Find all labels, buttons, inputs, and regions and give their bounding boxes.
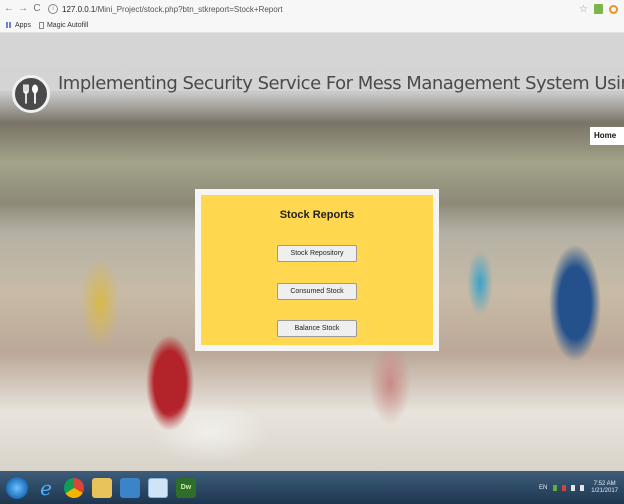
page-content: Implementing Security Service For Mess M… — [0, 33, 624, 471]
stock-reports-panel: Stock Reports Stock Repository Consumed … — [195, 189, 439, 351]
consumed-stock-button[interactable]: Consumed Stock — [277, 283, 357, 300]
toolbar-right: ☆ — [579, 0, 618, 18]
site-title: Implementing Security Service For Mess M… — [58, 73, 624, 94]
url-host: 127.0.0.1 — [62, 4, 96, 14]
media-player-icon[interactable] — [120, 477, 140, 498]
stock-repository-button[interactable]: Stock Repository — [277, 245, 357, 262]
window-icon[interactable] — [148, 477, 168, 498]
info-icon[interactable]: i — [48, 4, 58, 14]
windows-taskbar: e Dw EN 7:52 AM 1/21/2017 — [0, 471, 624, 504]
address-bar[interactable]: 127.0.0.1/Mini_Project/stock.php?btn_stk… — [62, 5, 283, 14]
bookmark-magic-autofill[interactable]: Magic Autofill — [47, 22, 88, 29]
extension-icon[interactable] — [594, 4, 603, 14]
language-indicator[interactable]: EN — [539, 485, 547, 491]
extension-icon-2[interactable] — [609, 4, 618, 14]
folder-icon[interactable] — [92, 477, 112, 498]
start-icon[interactable] — [6, 476, 28, 499]
back-arrow-icon[interactable]: ← — [4, 0, 14, 18]
network-icon[interactable] — [580, 484, 585, 491]
page-icon — [38, 21, 44, 29]
url-path: /Mini_Project/stock.php?btn_stkreport=St… — [95, 4, 283, 14]
tray-icon-2[interactable] — [562, 484, 567, 491]
panel-title: Stock Reports — [279, 209, 355, 221]
nav-home-link[interactable]: Home — [590, 127, 624, 145]
clock-date: 1/21/2017 — [591, 487, 618, 494]
bookmarks-bar: Apps Magic Autofill — [0, 18, 624, 33]
reload-icon[interactable]: C — [32, 0, 42, 18]
apps-icon[interactable] — [6, 22, 12, 28]
system-clock[interactable]: 7:52 AM 1/21/2017 — [591, 481, 618, 495]
flag-icon[interactable] — [571, 484, 576, 491]
chrome-icon[interactable] — [64, 477, 84, 498]
tray-icon[interactable] — [553, 484, 558, 491]
clock-time: 7:52 AM — [593, 480, 616, 487]
bookmark-apps[interactable]: Apps — [15, 22, 31, 29]
balance-stock-button[interactable]: Balance Stock — [277, 320, 357, 337]
system-tray: EN 7:52 AM 1/21/2017 — [539, 481, 618, 495]
ie-icon[interactable]: e — [36, 478, 56, 498]
browser-toolbar: ← → C i 127.0.0.1/Mini_Project/stock.php… — [0, 0, 624, 18]
star-icon[interactable]: ☆ — [579, 4, 588, 15]
forward-arrow-icon[interactable]: → — [18, 0, 28, 18]
dreamweaver-icon[interactable]: Dw — [176, 477, 196, 498]
fork-spoon-icon — [23, 84, 38, 104]
site-logo — [12, 75, 50, 113]
